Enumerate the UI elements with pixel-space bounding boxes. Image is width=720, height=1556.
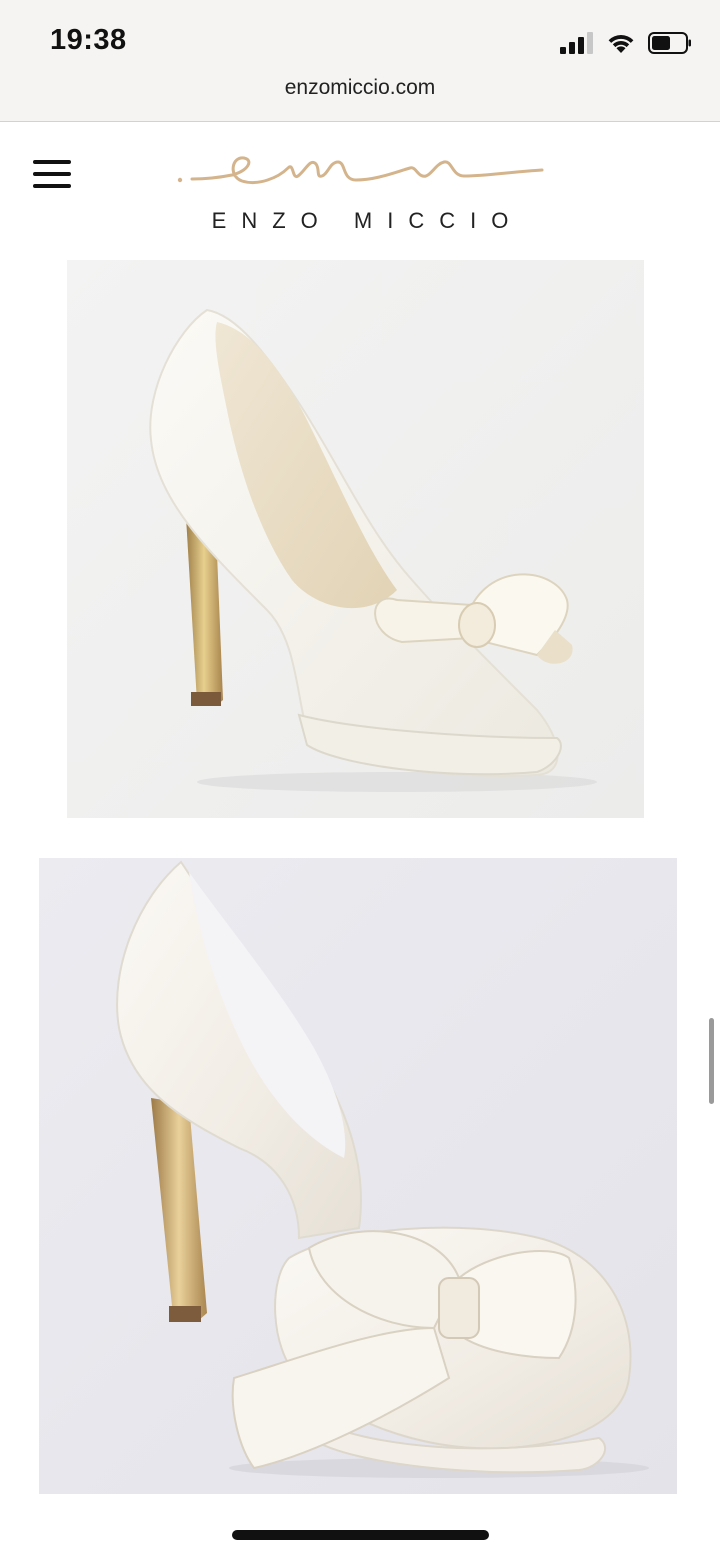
- hamburger-menu-icon: [33, 160, 71, 164]
- hamburger-menu-icon: [33, 184, 71, 188]
- cellular-signal-icon: [560, 32, 593, 54]
- status-icons: [560, 30, 692, 56]
- shoe-illustration: [116, 860, 649, 1478]
- home-indicator[interactable]: [232, 1530, 489, 1540]
- site-header: ENZO MICCIO: [0, 122, 720, 252]
- status-time: 19:38: [50, 24, 127, 56]
- hamburger-menu-button[interactable]: [30, 156, 76, 192]
- wifi-icon: [608, 35, 634, 53]
- battery-icon: [648, 32, 691, 54]
- signature-logo-icon[interactable]: [170, 142, 550, 202]
- brand-name: ENZO MICCIO: [211, 208, 524, 233]
- product-image-satin-pump[interactable]: [39, 858, 677, 1494]
- address-bar-url[interactable]: enzomiccio.com: [0, 76, 720, 100]
- scrollbar[interactable]: [709, 1018, 714, 1104]
- browser-toolbar: 19:38 enzomiccio.com: [0, 0, 720, 122]
- hamburger-menu-icon: [33, 172, 71, 176]
- product-image-lace-pump[interactable]: [67, 260, 644, 818]
- shoe-illustration: [149, 308, 597, 792]
